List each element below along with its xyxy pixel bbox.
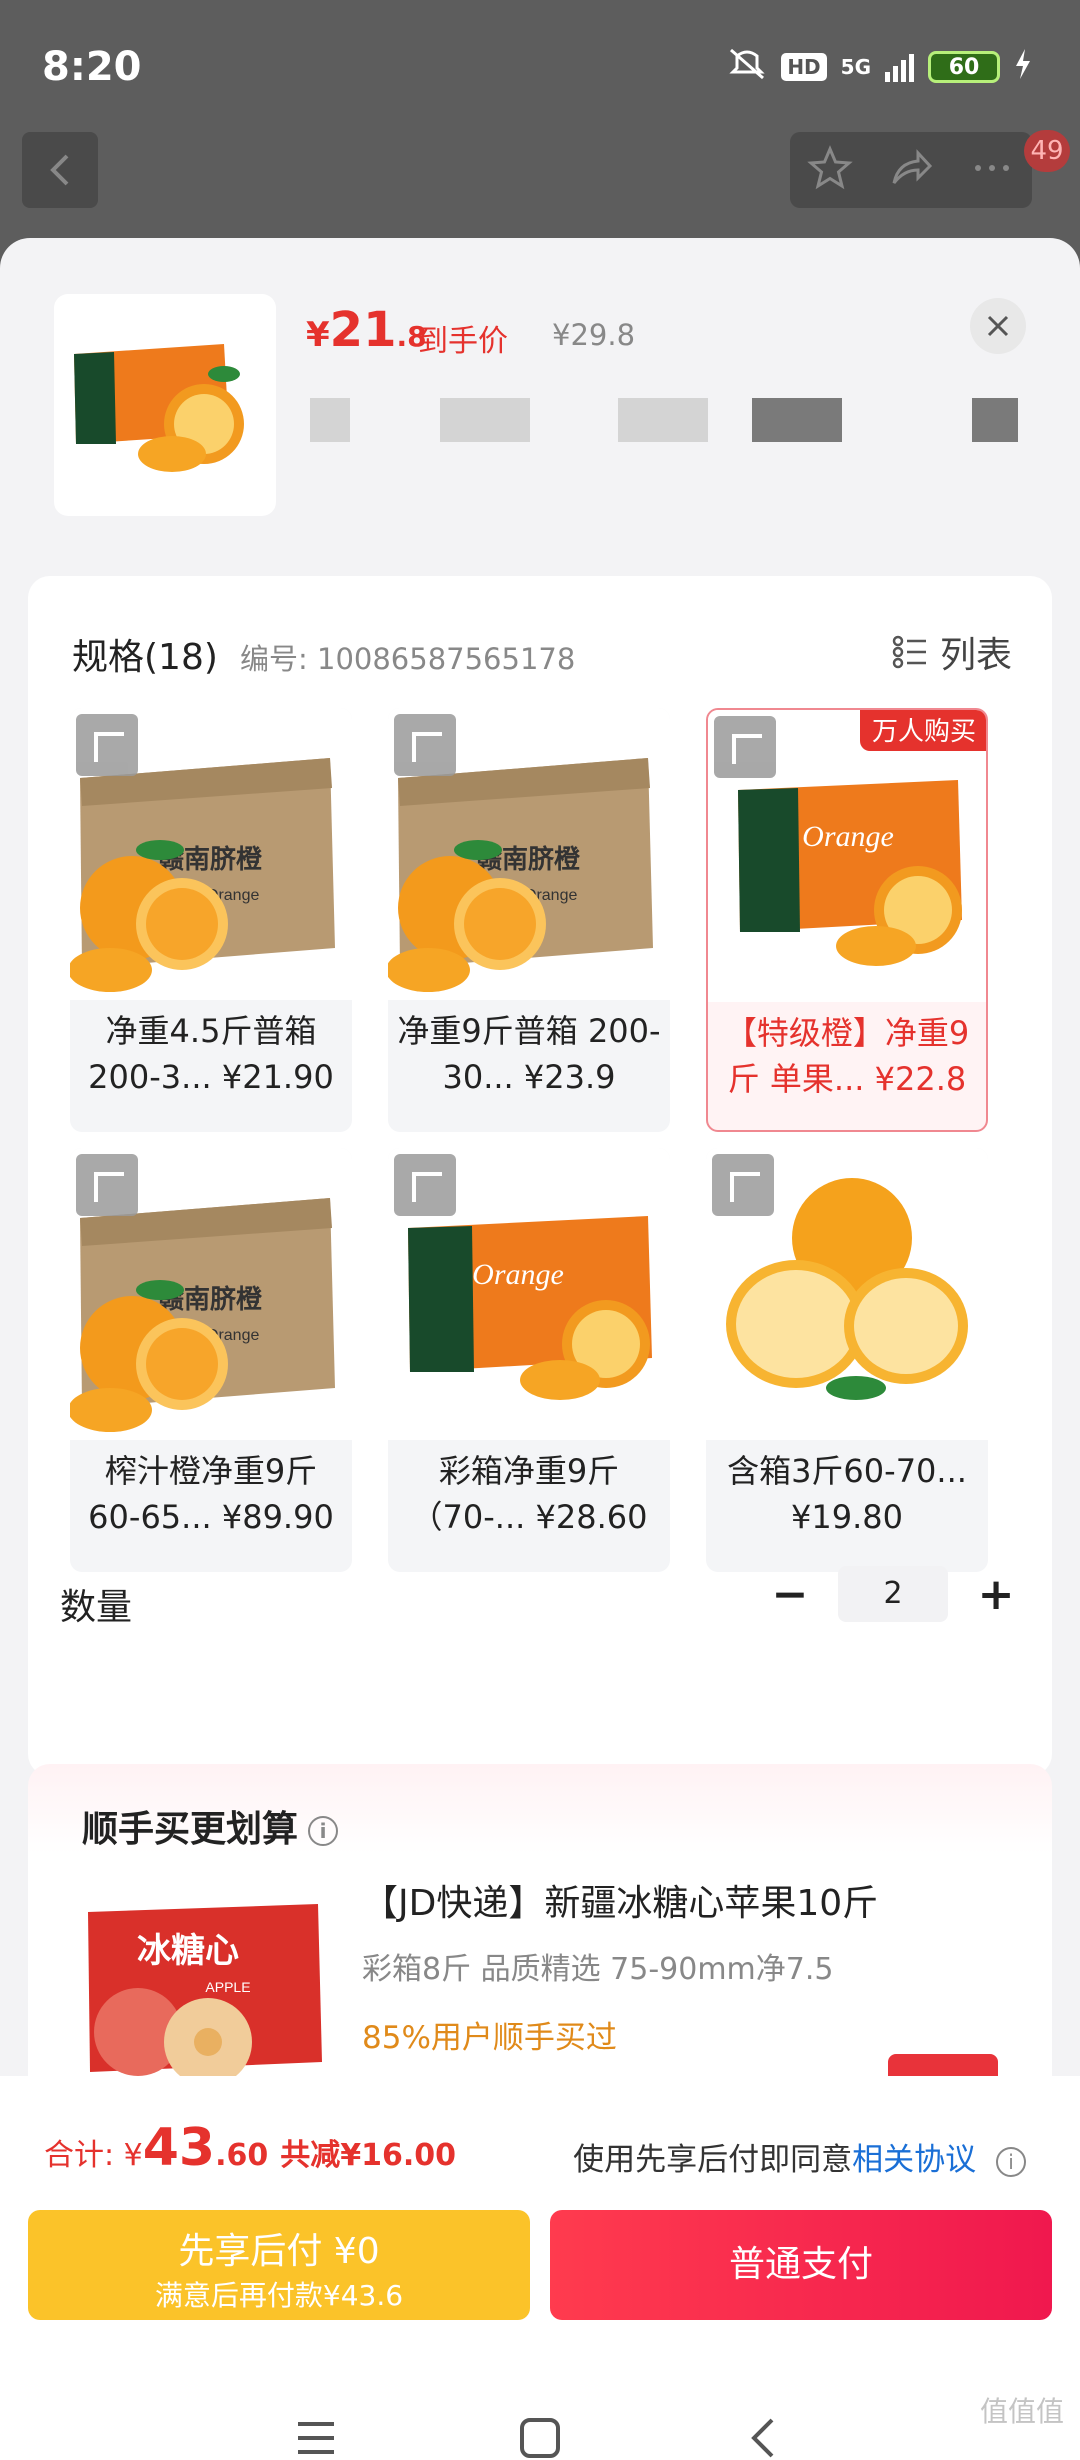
favorite-button[interactable] xyxy=(807,145,854,195)
sku-sheet: ¥21.8 到手价 ¥29.8 规格(18) 编号: 1008658756517… xyxy=(0,238,1080,2460)
pay-later-button[interactable]: 先享后付 ¥0 满意后再付款¥43.6 xyxy=(28,2210,530,2320)
svg-text:Orange: Orange xyxy=(472,1258,564,1291)
status-icons: HD 5G 60 xyxy=(727,46,1032,88)
decrease-button[interactable]: − xyxy=(770,1569,810,1620)
agreement-text: 使用先享后付即同意相关协议 i xyxy=(573,2134,1026,2179)
quantity-stepper: − 2 + xyxy=(770,1566,1016,1622)
spec-card: 规格(18) 编号: 10086587565178 列表 赣南脐橙 Navel … xyxy=(28,576,1052,1776)
blurred-text xyxy=(618,398,708,442)
back-icon[interactable] xyxy=(742,2416,786,2460)
normal-pay-button[interactable]: 普通支付 xyxy=(550,2210,1052,2320)
svg-text:APPLE: APPLE xyxy=(205,1979,250,1995)
popular-tag: 万人购买 xyxy=(859,710,986,751)
blurred-text xyxy=(752,398,842,442)
original-price: ¥29.8 xyxy=(552,318,636,352)
bundle-product-note: 85%用户顺手买过 xyxy=(362,2020,617,2056)
discount-amount: 共减¥16.00 xyxy=(280,2138,457,2173)
bundle-product-spec: 彩箱8斤 品质精选 75-90mm净7.5 xyxy=(362,1952,834,1987)
variant-option[interactable]: 赣南脐橙 Navel Orange 净重4.5斤普箱 200-3... ¥21.… xyxy=(70,708,352,1132)
deal-price-label: 到手价 xyxy=(418,324,508,359)
expand-icon[interactable] xyxy=(76,714,138,776)
list-view-button[interactable]: 列表 xyxy=(892,626,1012,678)
variant-label: 榨汁橙净重9斤 60-65... ¥89.90 xyxy=(88,1452,334,1536)
variant-option-selected[interactable]: Orange 万人购买 【特级橙】净重9斤 单果... ¥22.8 xyxy=(706,708,988,1132)
total-price: 合计: ¥43.60 共减¥16.00 xyxy=(44,2118,457,2178)
product-thumbnail[interactable] xyxy=(54,294,276,516)
bundle-product-name[interactable]: 【JD快递】新疆冰糖心苹果10斤 xyxy=(362,1874,878,1926)
expand-icon[interactable] xyxy=(394,1154,456,1216)
status-bar: 8:20 HD 5G 60 xyxy=(0,0,1080,130)
star-icon xyxy=(807,145,854,190)
variant-label: 净重4.5斤普箱 200-3... ¥21.90 xyxy=(88,1012,334,1096)
top-nav: 49 xyxy=(0,130,1080,230)
network-type: 5G xyxy=(840,55,871,79)
info-icon[interactable]: i xyxy=(996,2146,1026,2177)
expand-icon[interactable] xyxy=(76,1154,138,1216)
variant-option[interactable]: Orange 彩箱净重9斤 （70-... ¥28.60 xyxy=(388,1148,670,1572)
blurred-text xyxy=(440,398,530,442)
variant-label: 彩箱净重9斤 （70-... ¥28.60 xyxy=(410,1452,648,1536)
nav-actions xyxy=(790,132,1032,208)
expand-icon[interactable] xyxy=(394,714,456,776)
pay-later-subtitle: 满意后再付款¥43.6 xyxy=(154,2279,404,2312)
back-button[interactable] xyxy=(22,132,98,208)
product-code: 编号: 10086587565178 xyxy=(240,642,576,676)
variant-label: 【特级橙】净重9斤 单果... ¥22.8 xyxy=(724,1014,970,1098)
expand-icon[interactable] xyxy=(714,716,776,778)
apple-box-image: 冰糖心 APPLE xyxy=(88,1904,322,2086)
mute-icon xyxy=(727,46,767,88)
spec-title: 规格(18) xyxy=(72,637,218,678)
variant-option[interactable]: 含箱3斤60-70... ¥19.80 xyxy=(706,1148,988,1572)
more-icon xyxy=(974,165,1009,171)
status-time: 8:20 xyxy=(42,44,142,90)
svg-text:Orange: Orange xyxy=(802,820,894,853)
system-nav-bar xyxy=(0,2388,1080,2460)
svg-text:冰糖心: 冰糖心 xyxy=(137,1932,239,1970)
share-icon xyxy=(892,149,933,184)
bundle-product-image[interactable]: 冰糖心 APPLE xyxy=(78,1882,326,2086)
info-icon[interactable]: i xyxy=(308,1816,339,1846)
menu-icon[interactable] xyxy=(294,2418,338,2458)
expand-icon[interactable] xyxy=(712,1154,774,1216)
agreement-link[interactable]: 相关协议 xyxy=(852,2142,976,2178)
pay-later-title: 先享后付 ¥0 xyxy=(178,2231,380,2272)
increase-button[interactable]: + xyxy=(976,1569,1016,1620)
hd-icon: HD xyxy=(781,53,827,81)
variant-option[interactable]: 赣南脐橙 Navel Orange 榨汁橙净重9斤 60-65... ¥89.9… xyxy=(70,1148,352,1572)
list-icon xyxy=(892,635,926,669)
battery-icon: 60 xyxy=(928,51,1000,83)
close-button[interactable] xyxy=(970,298,1026,354)
close-icon xyxy=(987,315,1009,337)
more-button[interactable] xyxy=(969,145,1015,195)
list-view-label: 列表 xyxy=(939,635,1012,676)
orange-box-image xyxy=(74,344,244,472)
charging-icon xyxy=(1014,49,1032,85)
quantity-label: 数量 xyxy=(60,1587,133,1628)
bundle-title: 顺手买更划算 i xyxy=(82,1800,339,1852)
deal-price: ¥21.8 xyxy=(306,302,427,358)
variant-label: 含箱3斤60-70... ¥19.80 xyxy=(727,1452,967,1536)
signal-icon xyxy=(885,52,914,82)
message-badge: 49 xyxy=(1024,130,1070,172)
home-icon[interactable] xyxy=(518,2416,562,2460)
variant-option[interactable]: 赣南脐橙 Navel Orange 净重9斤普箱 200-30... ¥23.9 xyxy=(388,708,670,1132)
blurred-text xyxy=(972,398,1018,442)
chevron-left-icon xyxy=(50,154,69,186)
blurred-text xyxy=(310,398,350,442)
quantity-input[interactable]: 2 xyxy=(838,1566,948,1622)
variant-label: 净重9斤普箱 200-30... ¥23.9 xyxy=(397,1012,661,1096)
share-button[interactable] xyxy=(888,145,934,195)
watermark: 值值值 xyxy=(979,2395,1064,2428)
